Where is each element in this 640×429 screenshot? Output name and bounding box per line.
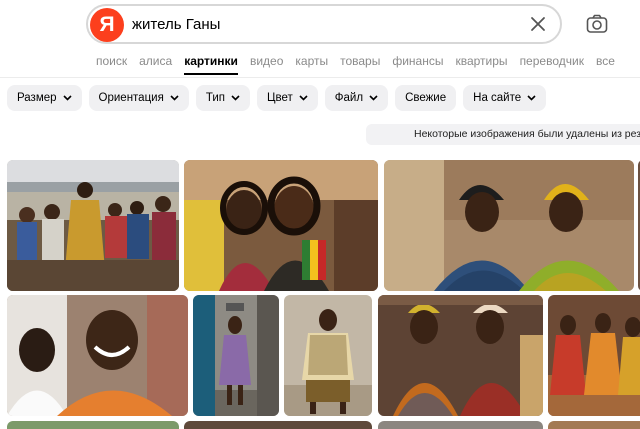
image-result-young-women[interactable]: [184, 160, 378, 291]
chevron-down-icon: [231, 95, 240, 101]
search-input[interactable]: житель Ганы: [132, 16, 220, 33]
filter-type[interactable]: Тип: [195, 85, 250, 111]
tab-images[interactable]: картинки: [184, 54, 238, 75]
filter-orientation[interactable]: Ориентация: [88, 85, 189, 111]
image-result-crowd[interactable]: [7, 160, 179, 291]
removed-images-notice: Некоторые изображения были удалены из ре…: [366, 124, 640, 145]
tab-finance[interactable]: финансы: [392, 54, 443, 75]
chevron-down-icon: [527, 95, 536, 101]
chevron-down-icon: [62, 95, 72, 101]
tab-products[interactable]: товары: [340, 54, 380, 75]
tab-alice[interactable]: алиса: [139, 54, 172, 75]
yandex-logo[interactable]: Я: [90, 8, 124, 42]
image-result-row3-4[interactable]: [548, 421, 640, 429]
image-search-page: Я житель Ганы поиск алиса картинки видео…: [0, 0, 640, 429]
image-result-two-women[interactable]: [384, 160, 634, 291]
chevron-down-icon: [299, 95, 308, 101]
filter-site[interactable]: На сайте: [463, 85, 547, 111]
tab-translator[interactable]: переводчик: [520, 54, 584, 75]
filter-file-label: Файл: [334, 92, 364, 104]
search-box[interactable]: Я житель Ганы: [86, 4, 562, 44]
filter-orientation-label: Ориентация: [98, 92, 164, 104]
image-result-girl-dress[interactable]: [193, 295, 279, 416]
tab-video[interactable]: видео: [250, 54, 283, 75]
filter-fresh[interactable]: Свежие: [395, 85, 457, 111]
chevron-down-icon: [369, 95, 378, 101]
header-divider: [0, 77, 640, 78]
image-result-row3-1[interactable]: [7, 421, 179, 429]
image-result-smiling-man[interactable]: [7, 295, 188, 416]
image-result-dancers[interactable]: [548, 295, 640, 416]
tab-apartments[interactable]: квартиры: [455, 54, 507, 75]
image-result-row3-2[interactable]: [184, 421, 372, 429]
filter-site-label: На сайте: [473, 92, 522, 104]
filter-size-label: Размер: [17, 92, 57, 104]
camera-search-icon[interactable]: [585, 12, 609, 36]
filter-file[interactable]: Файл: [324, 85, 389, 111]
filter-type-label: Тип: [205, 92, 225, 104]
tab-maps[interactable]: карты: [295, 54, 328, 75]
tab-all[interactable]: все: [596, 54, 615, 75]
image-result-seated-man[interactable]: [284, 295, 372, 416]
chevron-down-icon: [170, 95, 179, 101]
filter-bar: Размер Ориентация Тип Цвет Файл Свежие Н…: [7, 85, 547, 111]
service-tabs: поиск алиса картинки видео карты товары …: [96, 54, 627, 75]
filter-color[interactable]: Цвет: [257, 85, 318, 111]
image-result-women-group[interactable]: [378, 295, 543, 416]
filter-color-label: Цвет: [267, 92, 293, 104]
filter-size[interactable]: Размер: [7, 85, 82, 111]
image-result-row3-3[interactable]: [378, 421, 543, 429]
clear-icon[interactable]: [528, 14, 548, 34]
tab-search[interactable]: поиск: [96, 54, 127, 75]
filter-fresh-label: Свежие: [405, 92, 447, 104]
